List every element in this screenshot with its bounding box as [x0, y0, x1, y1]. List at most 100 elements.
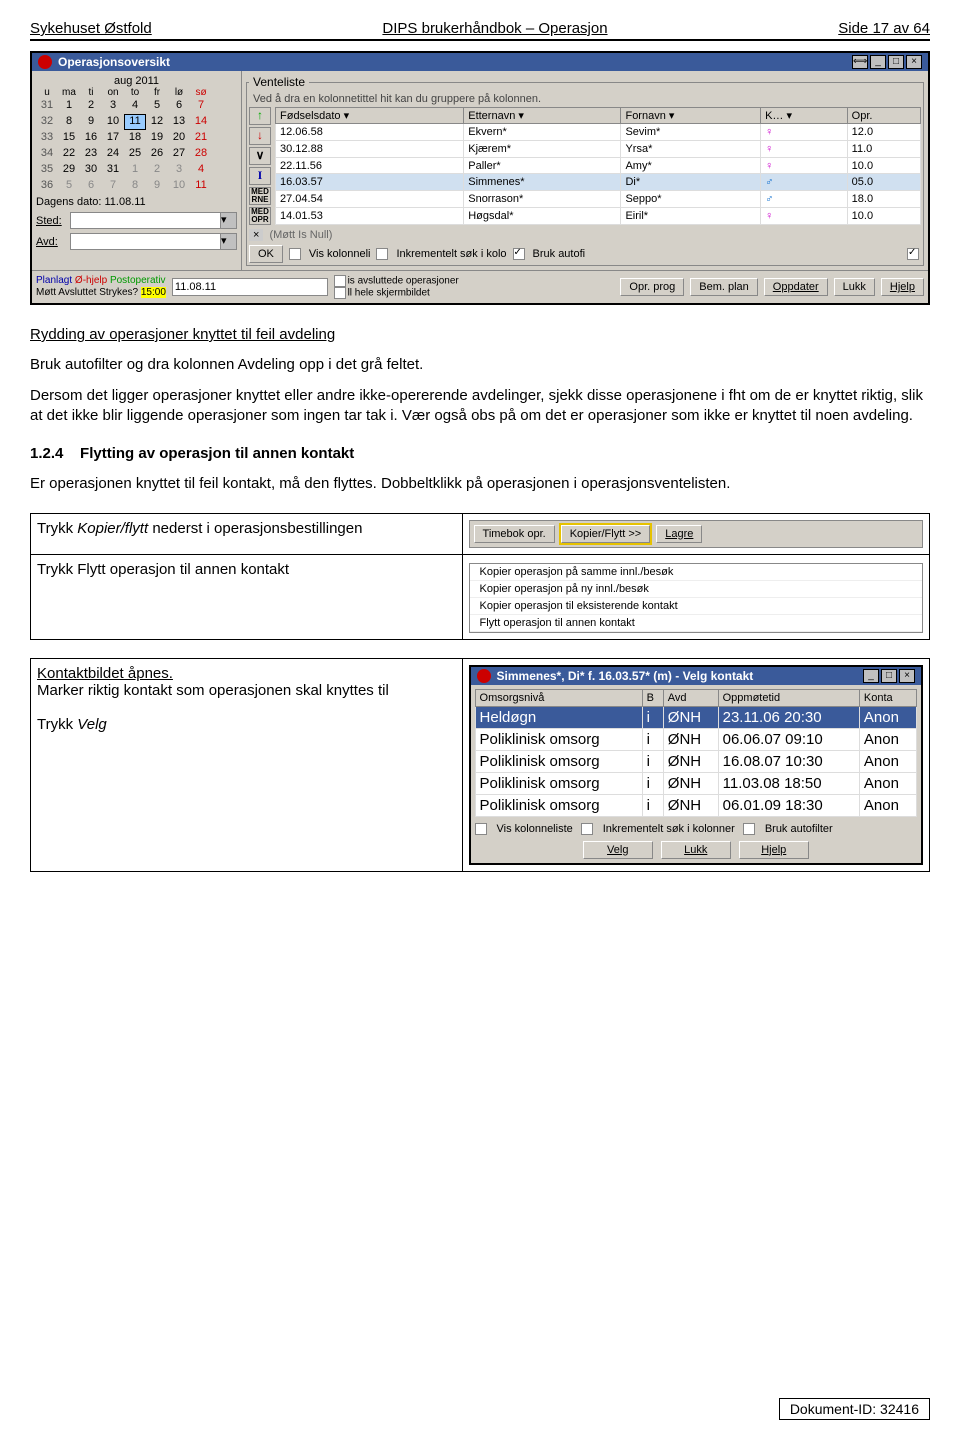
calendar-grid[interactable]: 3112345673289101112131433151617181920213…	[36, 98, 237, 194]
hjelp-button[interactable]: Hjelp	[881, 278, 924, 296]
venteliste-legend: Venteliste	[249, 75, 309, 89]
instr3-left: Kontaktbildet åpnes. Marker riktig konta…	[31, 658, 463, 871]
header-left: Sykehuset Østfold	[30, 20, 152, 37]
date-input[interactable]	[172, 278, 328, 296]
checkbox-extra[interactable]	[907, 248, 919, 260]
section-1-2-4: 1.2.4 Flytting av operasjon til annen ko…	[30, 444, 930, 495]
bottom-bar: Planlagt Ø-hjelp Postoperativ Møtt Avslu…	[32, 270, 928, 303]
options-row: OK Vis kolonneli Inkrementelt søk i kolo…	[249, 245, 921, 263]
combo-avd[interactable]: ▾	[70, 233, 237, 250]
menu-item-ny[interactable]: Kopier operasjon på ny innl./besøk	[470, 581, 922, 598]
section-num: 1.2.4	[30, 445, 63, 462]
table-row[interactable]: 12.06.58Ekvern*Sevim*♀12.0	[276, 124, 921, 141]
dropdown-icon[interactable]: ▾	[220, 213, 236, 228]
col-etternavn[interactable]: Etternavn ▾	[464, 108, 621, 124]
minimize-button[interactable]: _	[870, 55, 886, 69]
instr1-left: Trykk Kopier/flytt nederst i operasjonsb…	[31, 513, 463, 554]
pin-button[interactable]: ⟺	[852, 55, 868, 69]
venteliste-table[interactable]: Fødselsdato ▾ Etternavn ▾ Fornavn ▾ K… ▾…	[275, 107, 921, 225]
col-fodselsdato[interactable]: Fødselsdato ▾	[276, 108, 464, 124]
table-row[interactable]: Poliklinisk omsorgiØNH06.06.07 09:10Anon	[475, 728, 916, 750]
sort-collapse-icon[interactable]: ∨	[249, 147, 271, 165]
checkbox-avsluttede[interactable]	[334, 275, 346, 287]
sort-buttons: ↑ ↓ ∨ I MEDRNE MEDOPR	[249, 107, 271, 225]
col-fornavn[interactable]: Fornavn ▾	[621, 108, 761, 124]
field-sted: Sted: ▾	[36, 212, 237, 229]
ok-button[interactable]: OK	[249, 245, 283, 263]
table-row[interactable]: 16.03.57Simmenes*Di*♂05.0	[276, 174, 921, 191]
med-opr-button[interactable]: MEDOPR	[249, 207, 271, 225]
close-button[interactable]: ×	[906, 55, 922, 69]
titlebar: Operasjonsoversikt ⟺ _ □ ×	[32, 53, 928, 71]
footer-dokument-id: Dokument-ID: 32416	[779, 1398, 930, 1420]
titlebar-kontakt: Simmenes*, Di* f. 16.03.57* (m) - Velg k…	[471, 667, 921, 685]
field-avd: Avd: ▾	[36, 233, 237, 250]
checkbox-bruk[interactable]	[513, 248, 525, 260]
col-omsorgsniva[interactable]: Omsorgsnivå	[475, 689, 642, 706]
instruction-table-2: Kontaktbildet åpnes. Marker riktig konta…	[30, 658, 930, 872]
kontakt-table[interactable]: Omsorgsnivå B Avd Oppmøtetid Konta Heldø…	[475, 689, 917, 817]
col-avd[interactable]: Avd	[663, 689, 718, 706]
legend: Planlagt Ø-hjelp Postoperativ Møtt Avslu…	[36, 275, 166, 299]
col-b[interactable]: B	[642, 689, 663, 706]
sort-desc-icon[interactable]: ↓	[249, 127, 271, 145]
maximize-button[interactable]: □	[888, 55, 904, 69]
checkbox-inkr-sok[interactable]	[581, 823, 593, 835]
combo-sted[interactable]: ▾	[70, 212, 237, 229]
label-avd: Avd:	[36, 236, 70, 248]
col-kontakt[interactable]: Konta	[859, 689, 916, 706]
kopier-flytt-button[interactable]: Kopier/Flytt >>	[561, 525, 651, 543]
sort-asc-icon[interactable]: ↑	[249, 107, 271, 125]
kopier-flytt-menu[interactable]: Kopier operasjon på samme innl./besøk Ko…	[469, 563, 923, 633]
lagre-button[interactable]: Lagre	[656, 525, 702, 543]
checkbox-hele[interactable]	[334, 287, 346, 299]
venteliste-group: Venteliste Ved å dra en kolonnetittel hi…	[246, 75, 924, 266]
minimize-button[interactable]: _	[863, 669, 879, 683]
table-row[interactable]: Poliklinisk omsorgiØNH06.01.09 18:30Anon	[475, 794, 916, 816]
table-row[interactable]: 30.12.88Kjærem*Yrsa*♀11.0	[276, 140, 921, 157]
hjelp-button[interactable]: Hjelp	[739, 841, 809, 859]
close-button[interactable]: ×	[899, 669, 915, 683]
velg-button[interactable]: Velg	[583, 841, 653, 859]
filter-text: (Møtt Is Null)	[269, 229, 921, 241]
opr-prog-button[interactable]: Opr. prog	[620, 278, 684, 296]
section-rydding: Rydding av operasjoner knyttet til feil …	[30, 325, 930, 426]
header-center: DIPS brukerhåndbok – Operasjon	[382, 20, 607, 37]
calendar-panel: aug 2011 umationtofrløsø 311234567328910…	[32, 71, 242, 270]
filter-row: × (Møtt Is Null)	[249, 229, 921, 241]
table-row[interactable]: Poliklinisk omsorgiØNH16.08.07 10:30Anon	[475, 750, 916, 772]
maximize-button[interactable]: □	[881, 669, 897, 683]
calendar-month: aug 2011	[36, 75, 237, 87]
page-header: Sykehuset Østfold DIPS brukerhåndbok – O…	[30, 20, 930, 41]
lukk-button[interactable]: Lukk	[834, 278, 875, 296]
col-opr[interactable]: Opr.	[847, 108, 920, 124]
instr2-left: Trykk Flytt operasjon til annen kontakt	[31, 554, 463, 639]
bem-plan-button[interactable]: Bem. plan	[690, 278, 758, 296]
window-title: Operasjonsoversikt	[58, 55, 170, 69]
checkbox-vis[interactable]	[289, 248, 301, 260]
table-row[interactable]: 22.11.56Paller*Amy*♀10.0	[276, 157, 921, 174]
info-icon[interactable]: I	[249, 167, 271, 185]
checkbox-vis-kolonne[interactable]	[475, 823, 487, 835]
filter-close-icon[interactable]: ×	[249, 229, 263, 241]
lukk-button[interactable]: Lukk	[661, 841, 731, 859]
table-row[interactable]: 27.04.54Snorrason*Seppo*♂18.0	[276, 191, 921, 208]
timebok-button[interactable]: Timebok opr.	[474, 525, 555, 543]
table-row[interactable]: Poliklinisk omsorgiØNH11.03.08 18:50Anon	[475, 772, 916, 794]
menu-item-same[interactable]: Kopier operasjon på samme innl./besøk	[470, 564, 922, 581]
rydding-title: Rydding av operasjoner knyttet til feil …	[30, 325, 930, 345]
group-hint[interactable]: Ved å dra en kolonnetittel hit kan du gr…	[249, 91, 921, 107]
col-oppmotetid[interactable]: Oppmøtetid	[718, 689, 859, 706]
instruction-table-1: Trykk Kopier/flytt nederst i operasjonsb…	[30, 513, 930, 640]
table-row[interactable]: HeldøgniØNH23.11.06 20:30Anon	[475, 706, 916, 728]
col-kjonn[interactable]: K… ▾	[761, 108, 848, 124]
dropdown-icon[interactable]: ▾	[220, 234, 236, 249]
checkbox-autofilter[interactable]	[743, 823, 755, 835]
menu-item-flytt[interactable]: Flytt operasjon til annen kontakt	[470, 615, 922, 632]
table-row[interactable]: 14.01.53Høgsdal*Eiril*♀10.0	[276, 208, 921, 225]
med-rne-button[interactable]: MEDRNE	[249, 187, 271, 205]
checkbox-inkr[interactable]	[376, 248, 388, 260]
calendar-dayheader: umationtofrløsø	[36, 87, 237, 98]
oppdater-button[interactable]: Oppdater	[764, 278, 828, 296]
menu-item-eksisterende[interactable]: Kopier operasjon til eksisterende kontak…	[470, 598, 922, 615]
